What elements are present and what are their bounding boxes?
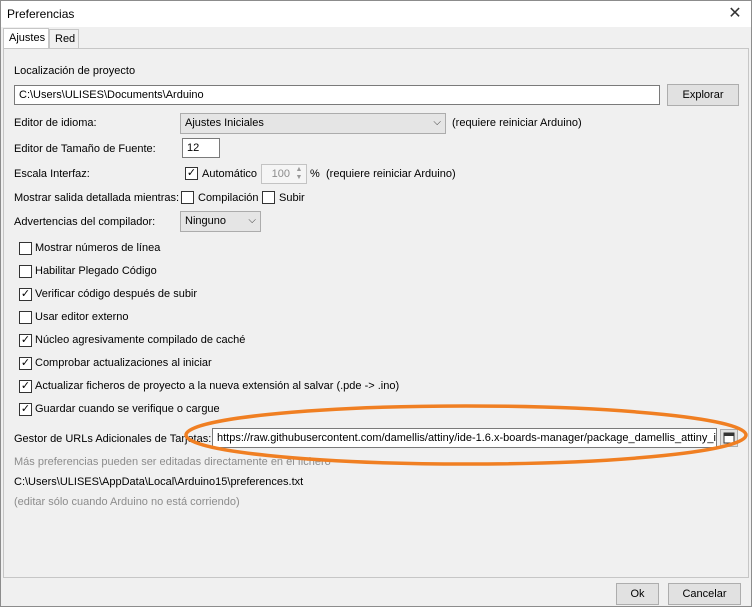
highlight-ellipse-shape <box>184 404 748 466</box>
title-bar: Preferencias ✕ <box>1 1 751 27</box>
cancel-button[interactable]: Cancelar <box>668 583 741 605</box>
close-icon[interactable]: ✕ <box>725 4 745 24</box>
highlight-ellipse <box>184 404 748 466</box>
dialog-buttons: Ok Cancelar <box>1 578 751 606</box>
tab-red-label: Red <box>55 33 76 45</box>
tab-red[interactable]: Red <box>49 29 79 49</box>
settings-panel: Localización de proyecto C:\Users\ULISES… <box>3 48 749 578</box>
ok-button[interactable]: Ok <box>616 583 659 605</box>
window-title: Preferencias <box>7 7 75 21</box>
preferences-window: Preferencias ✕ Ajustes Red Localización … <box>0 0 752 607</box>
tab-ajustes[interactable]: Ajustes <box>3 28 49 49</box>
tab-ajustes-label: Ajustes <box>9 32 46 44</box>
